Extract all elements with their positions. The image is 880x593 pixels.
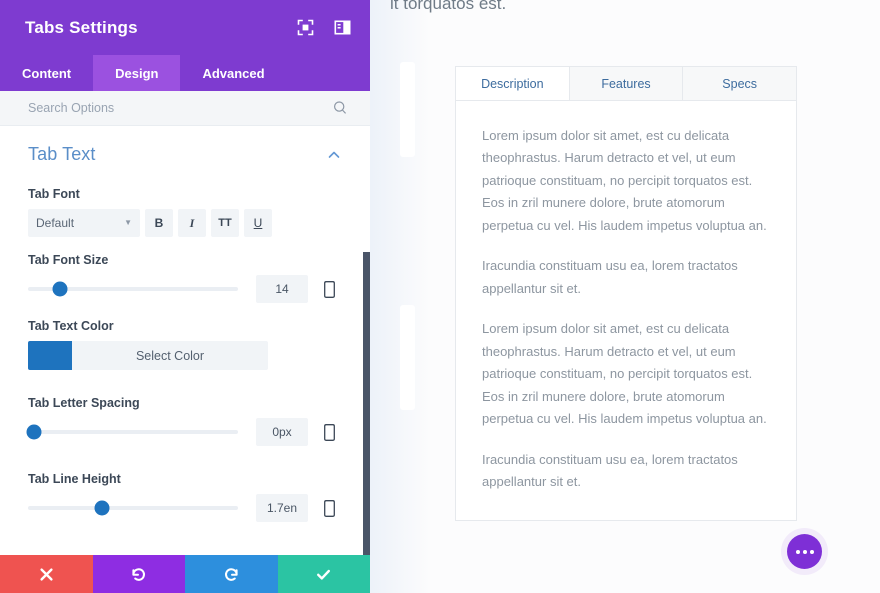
field-label-tab-font-size: Tab Font Size (28, 253, 109, 267)
redo-button[interactable] (185, 555, 278, 593)
color-swatch[interactable] (28, 341, 72, 370)
content-paragraph: Lorem ipsum dolor sit amet, est cu delic… (482, 321, 767, 427)
uppercase-button[interactable]: TT (211, 209, 239, 237)
layout-panel-icon[interactable] (333, 18, 352, 37)
header-icon-group (296, 18, 352, 37)
dot (802, 549, 807, 554)
field-tab-line-height: Tab Line Height 1.7en (28, 446, 342, 522)
mobile-device-icon[interactable] (316, 280, 342, 298)
check-icon (315, 566, 332, 583)
module-tab-content: Lorem ipsum dolor sit amet, est cu delic… (456, 101, 796, 520)
bold-button[interactable]: B (145, 209, 173, 237)
field-label-tab-font: Tab Font (28, 187, 80, 201)
undo-button[interactable] (92, 555, 185, 593)
x-icon (39, 567, 54, 582)
ghost-placeholder-bar (400, 305, 415, 410)
more-options-fab[interactable] (787, 534, 822, 569)
module-tab-bar: Description Features Specs (456, 67, 797, 101)
close-button[interactable] (0, 555, 93, 593)
search-icon[interactable] (332, 100, 348, 116)
cut-off-paragraph: it torquatos est. (390, 0, 507, 13)
focus-target-icon[interactable] (296, 18, 315, 37)
page-preview: it torquatos est. Description Features S… (370, 0, 880, 593)
tab-advanced[interactable]: Advanced (180, 55, 286, 91)
content-paragraph: Lorem ipsum dolor sit amet, est cu delic… (482, 128, 767, 233)
page-title: Tabs Settings (25, 17, 138, 37)
line-height-slider[interactable] (28, 500, 238, 516)
field-label-tab-letter-spacing: Tab Letter Spacing (28, 396, 140, 410)
select-color-button[interactable]: Select Color (72, 341, 268, 370)
letter-spacing-slider-knob[interactable] (26, 424, 42, 440)
panel-action-bar (0, 555, 370, 593)
settings-panel: Tabs Settings Content Design Advanced Se… (0, 0, 370, 593)
letter-spacing-slider[interactable] (26, 424, 238, 440)
module-tab-features[interactable]: Features (569, 67, 684, 100)
line-height-slider-knob[interactable] (94, 500, 109, 516)
settings-scroll-area: Tab Text Tab Font Default ▼ B I TT U Tab… (0, 126, 370, 555)
field-label-tab-text-color: Tab Text Color (28, 319, 114, 333)
module-tab-description[interactable]: Description (456, 67, 570, 100)
content-paragraph: Iracundia constituam usu ea, lorem tract… (482, 258, 738, 296)
chevron-down-icon: ▼ (124, 218, 132, 227)
font-family-value: Default (36, 216, 75, 230)
search-input[interactable] (28, 101, 332, 115)
tabs-module: Description Features Specs Lorem ipsum d… (455, 66, 797, 521)
chevron-up-icon[interactable] (326, 147, 342, 163)
search-options-row (0, 91, 370, 126)
line-height-value[interactable]: 1.7en (256, 494, 308, 522)
tab-design[interactable]: Design (93, 55, 181, 91)
divi-builder-screen: Tabs Settings Content Design Advanced Se… (0, 0, 880, 593)
letter-spacing-value[interactable]: 0px (256, 418, 308, 446)
section-tab-text-header[interactable]: Tab Text (28, 126, 342, 171)
redo-icon (223, 566, 240, 583)
field-label-tab-line-height: Tab Line Height (28, 472, 121, 486)
field-tab-text-color: Tab Text Color Select Color (28, 303, 342, 370)
mobile-device-icon[interactable] (316, 423, 342, 441)
mobile-device-icon[interactable] (316, 499, 342, 517)
module-tab-specs[interactable]: Specs (683, 67, 797, 100)
dot (809, 549, 814, 554)
tab-content[interactable]: Content (0, 55, 93, 91)
undo-icon (130, 566, 147, 583)
dot (795, 549, 800, 554)
italic-button[interactable]: I (178, 209, 206, 237)
section-title: Tab Text (28, 144, 96, 164)
font-controls-row: Default ▼ B I TT U (28, 209, 342, 237)
panel-scrollbar[interactable] (363, 252, 370, 555)
content-paragraph: Iracundia constituam usu ea, lorem tract… (482, 451, 738, 490)
slider-row-font-size: 14 (28, 275, 342, 303)
field-tab-font-size: Tab Font Size 14 (28, 237, 342, 303)
font-size-value[interactable]: 14 (256, 275, 308, 303)
panel-header: Tabs Settings (0, 0, 370, 55)
font-size-slider[interactable] (28, 281, 238, 297)
field-tab-letter-spacing: Tab Letter Spacing 0px (26, 370, 342, 446)
panel-tab-bar: Content Design Advanced (0, 55, 370, 91)
color-picker-row: Select Color (28, 341, 268, 370)
ghost-placeholder-bar (400, 62, 415, 157)
font-size-slider-knob[interactable] (52, 281, 67, 297)
save-button[interactable] (277, 555, 370, 593)
field-tab-font: Tab Font Default ▼ B I TT U (28, 171, 342, 237)
font-family-select[interactable]: Default ▼ (28, 209, 140, 237)
underline-button[interactable]: U (244, 209, 272, 237)
slider-row-letter-spacing: 0px (26, 418, 342, 446)
slider-row-line-height: 1.7en (28, 494, 342, 522)
